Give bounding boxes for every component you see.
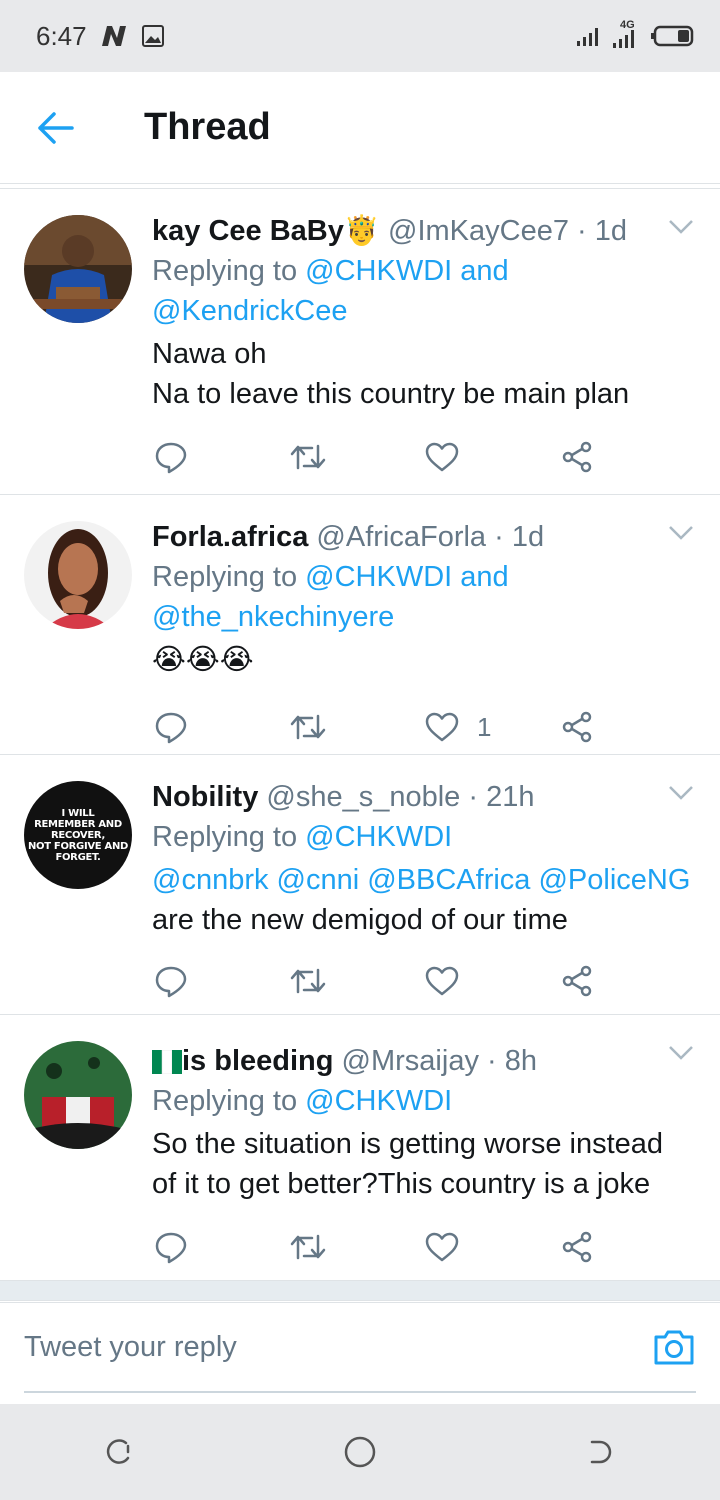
reply-placeholder: Tweet your reply — [24, 1330, 237, 1363]
like-button[interactable]: 1 — [425, 712, 561, 743]
replying-to: Replying to @CHKWDI — [152, 821, 453, 853]
notification-n-icon — [101, 26, 126, 46]
author-handle[interactable]: @AfricaForla — [316, 521, 486, 553]
tweet-menu-chevron-down-icon[interactable] — [668, 1045, 694, 1066]
share-button[interactable] — [561, 965, 697, 997]
like-button[interactable] — [425, 1232, 561, 1262]
reply-button[interactable] — [154, 710, 290, 744]
tweet-text: So the situation is getting worse instea… — [152, 1128, 664, 1200]
reply-icon — [155, 966, 187, 998]
gallery-notification-icon — [141, 25, 164, 47]
tweet-text: Nawa oh Na to leave this country be main… — [152, 338, 630, 410]
prince-emoji-icon: 🤴 — [343, 215, 380, 247]
share-button[interactable] — [561, 711, 697, 743]
share-button[interactable] — [561, 1231, 697, 1263]
tweet-item[interactable]: is bleeding @Mrsaijay · 8h Replying to @… — [0, 1015, 720, 1281]
mention-link[interactable]: @the_nkechinyere — [152, 601, 394, 633]
mention-link[interactable]: @CHKWDI — [305, 561, 452, 593]
tweet-item[interactable]: I WILL REMEMBER AND RECOVER, NOT FORGIVE… — [0, 755, 720, 1015]
status-bar: 6:47 4G — [0, 0, 720, 72]
heart-icon — [425, 966, 459, 996]
heart-icon — [425, 712, 459, 742]
tweet-menu-chevron-down-icon[interactable] — [668, 525, 694, 546]
replying-to: Replying to @CHKWDI — [152, 1085, 453, 1117]
tweet-item[interactable]: kay Cee BaBy🤴 @ImKayCee7 · 1d Replying t… — [0, 189, 720, 495]
share-icon — [562, 711, 591, 743]
retweet-button[interactable] — [290, 442, 426, 472]
share-icon — [562, 441, 591, 473]
retweet-icon — [290, 968, 325, 994]
reply-composer: Tweet your reply — [0, 1302, 720, 1402]
tweet-time: 21h — [486, 781, 535, 813]
retweet-button[interactable] — [290, 1232, 426, 1262]
avatar[interactable]: I WILL REMEMBER AND RECOVER, NOT FORGIVE… — [24, 781, 132, 889]
author-handle[interactable]: @she_s_noble — [266, 781, 460, 813]
reply-button[interactable] — [154, 1230, 290, 1264]
like-button[interactable] — [425, 966, 561, 996]
reply-button[interactable] — [154, 964, 290, 998]
reply-icon — [155, 712, 187, 744]
tweet-item[interactable]: Forla.africa @AfricaForla · 1d Replying … — [0, 495, 720, 755]
avatar[interactable] — [24, 521, 132, 629]
avatar[interactable] — [24, 215, 132, 323]
retweet-icon — [290, 444, 325, 470]
tweet-menu-chevron-down-icon[interactable] — [668, 785, 694, 806]
tweet-text: 😭😭😭 — [152, 644, 254, 676]
nigeria-flag-icon — [152, 1050, 182, 1074]
camera-icon[interactable] — [652, 1327, 696, 1367]
battery-icon — [651, 25, 694, 47]
recents-icon[interactable] — [104, 1437, 134, 1467]
reply-input[interactable]: Tweet your reply — [24, 1303, 696, 1393]
heart-icon — [425, 1232, 459, 1262]
reply-icon — [155, 442, 187, 474]
tweet-actions — [154, 414, 696, 500]
share-icon — [562, 1231, 591, 1263]
author-name[interactable]: is bleeding — [182, 1045, 333, 1077]
system-navigation-bar — [0, 1404, 720, 1500]
page-title: Thread — [144, 106, 271, 148]
retweet-icon — [290, 714, 325, 740]
replying-to: Replying to @CHKWDI and @KendrickCee — [152, 255, 509, 327]
replying-to: Replying to @CHKWDI and @the_nkechinyere — [152, 561, 509, 633]
like-count: 1 — [477, 711, 492, 742]
author-name[interactable]: Nobility — [152, 781, 258, 813]
share-icon — [562, 965, 591, 997]
tweet-time: 1d — [511, 521, 545, 553]
back-button[interactable] — [0, 72, 112, 184]
heart-icon — [425, 442, 459, 472]
home-icon[interactable] — [343, 1435, 377, 1469]
retweet-button[interactable] — [290, 966, 426, 996]
author-handle[interactable]: @ImKayCee7 — [388, 215, 569, 247]
back-nav-icon[interactable] — [586, 1437, 616, 1467]
tweet-menu-chevron-down-icon[interactable] — [668, 219, 694, 240]
mention-link[interactable]: @CHKWDI — [305, 1085, 452, 1117]
mention-links[interactable]: @cnnbrk @cnni @BBCAfrica @PoliceNG — [152, 860, 696, 900]
share-button[interactable] — [561, 441, 697, 473]
avatar[interactable] — [24, 1041, 132, 1149]
tweet-actions — [154, 938, 696, 1024]
retweet-button[interactable] — [290, 712, 426, 742]
signal-icon — [577, 28, 598, 46]
arrow-left-icon — [38, 111, 74, 144]
author-name[interactable]: Forla.africa — [152, 521, 308, 553]
thread-feed[interactable]: kay Cee BaBy🤴 @ImKayCee7 · 1d Replying t… — [0, 188, 720, 1301]
author-name[interactable]: kay Cee BaBy — [152, 215, 344, 247]
tweet-time: 1d — [594, 215, 628, 247]
reply-button[interactable] — [154, 440, 290, 474]
status-time: 6:47 — [36, 20, 87, 51]
tweet-actions — [154, 1204, 696, 1290]
retweet-icon — [290, 1234, 325, 1260]
mention-link[interactable]: @CHKWDI — [305, 255, 452, 287]
mention-link[interactable]: @CHKWDI — [305, 821, 452, 853]
mention-link[interactable]: @KendrickCee — [152, 295, 347, 327]
like-button[interactable] — [425, 442, 561, 472]
top-app-bar: Thread — [0, 72, 720, 184]
tweet-text: @cnnbrk @cnni @BBCAfrica @PoliceNG are t… — [152, 860, 696, 940]
tweet-time: 8h — [504, 1045, 538, 1077]
reply-icon — [155, 1232, 187, 1264]
author-handle[interactable]: @Mrsaijay — [342, 1045, 479, 1077]
signal-4g-icon: 4G — [612, 19, 642, 49]
